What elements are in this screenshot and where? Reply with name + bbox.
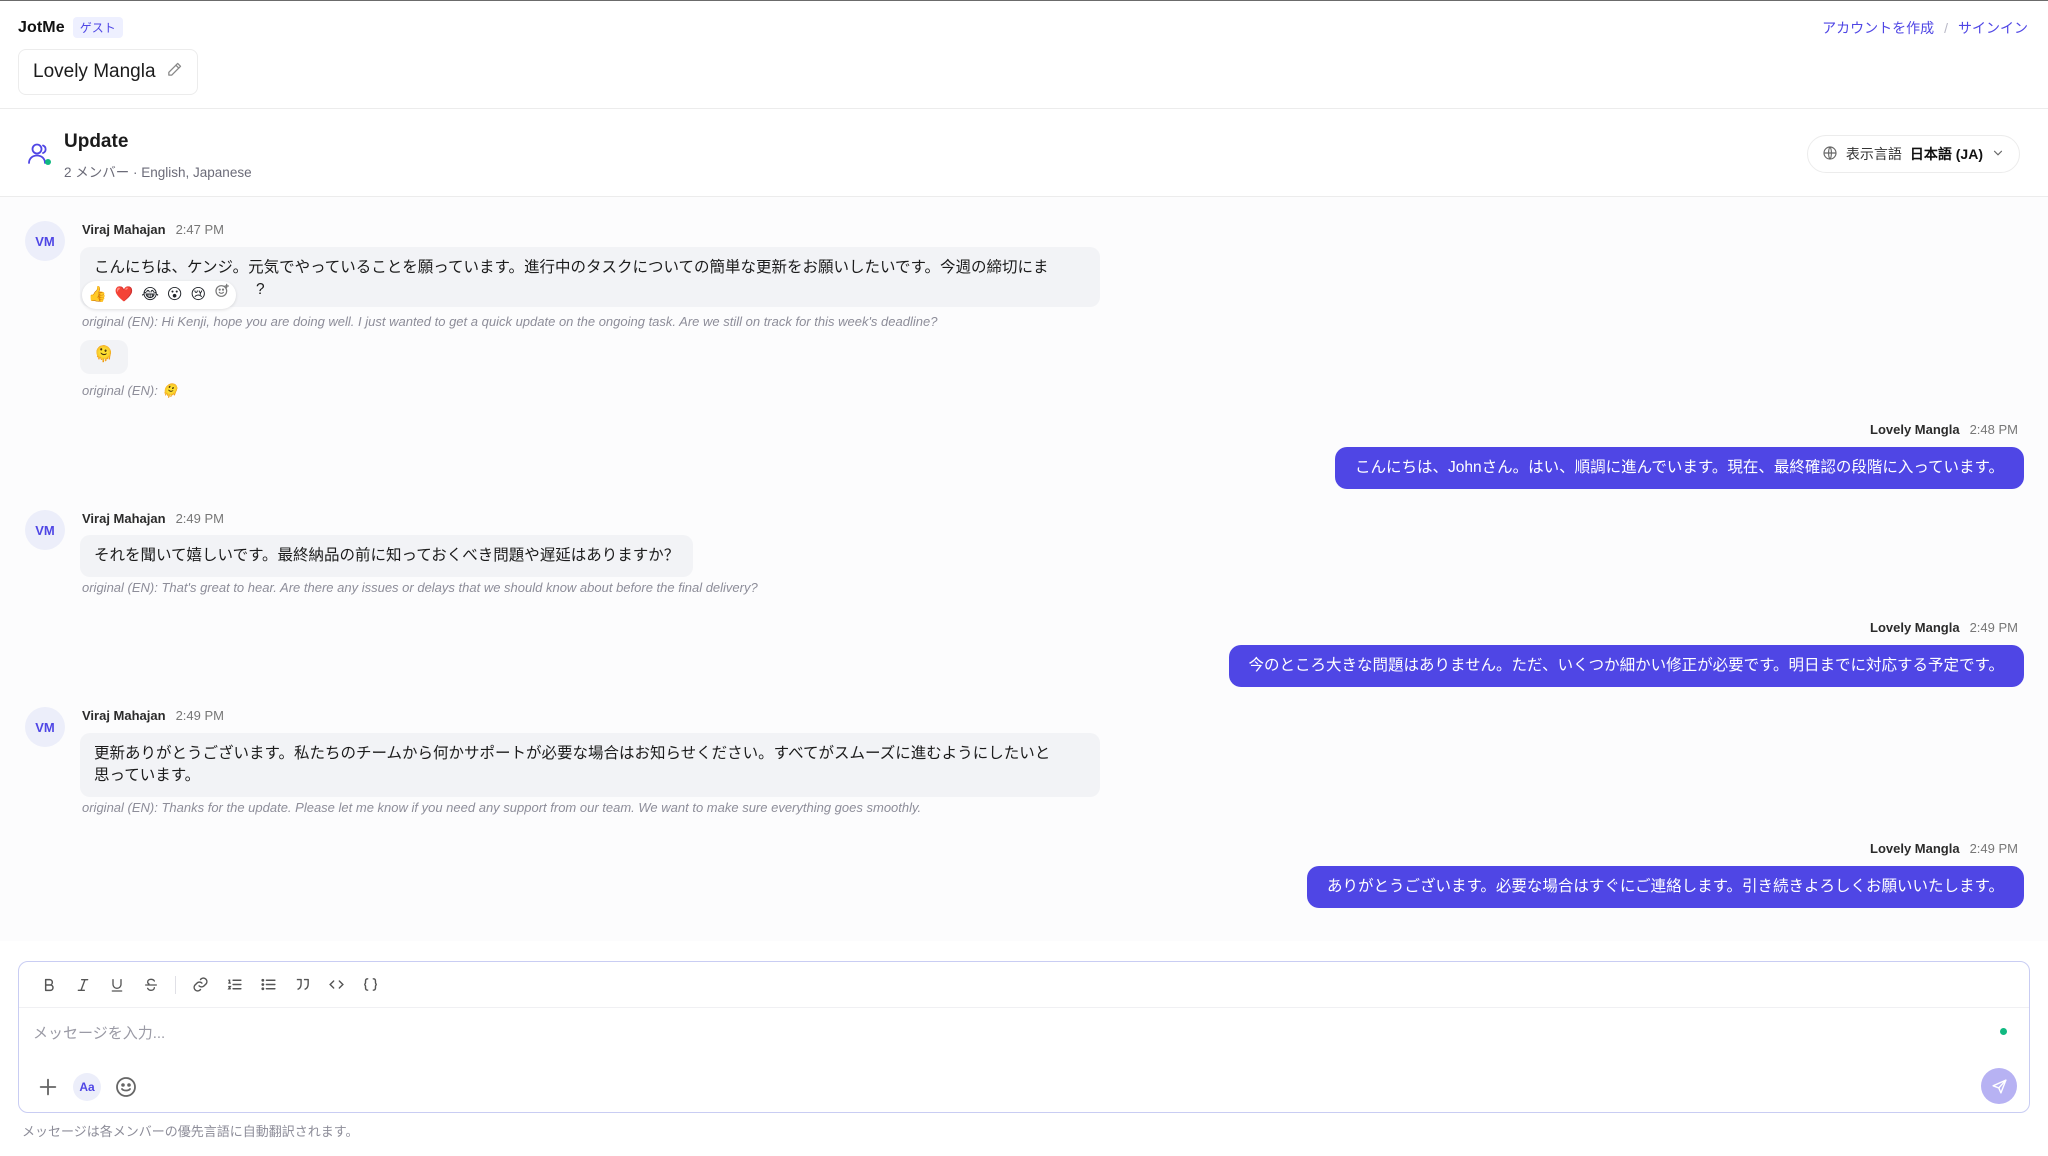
sender-name: Lovely Mangla [1870,841,1960,856]
auth-links: アカウントを作成 / サインイン [1822,18,2028,38]
message-meta: Lovely Mangla 2:48 PM [1870,422,2018,437]
chevron-down-icon [1991,146,2005,163]
display-language-value: 日本語 (JA) [1909,146,1983,162]
auth-separator: / [1944,20,1948,36]
message-bubble[interactable]: 更新ありがとうございます。私たちのチームから何かサポートが必要な場合はお知らせく… [80,733,1100,797]
ordered-list-icon[interactable] [220,971,248,999]
code-block-icon[interactable] [356,971,384,999]
message-meta: Viraj Mahajan 2:49 PM [82,511,224,526]
message-time: 2:49 PM [1969,620,2018,635]
reaction-heart[interactable]: ❤️ [115,281,134,309]
add-reaction-icon[interactable] [214,281,230,309]
channel-title: Update [64,131,129,152]
composer-actions: Aa [33,1072,141,1102]
italic-icon[interactable] [69,971,97,999]
message-time: 2:49 PM [175,511,224,526]
online-indicator [2000,1028,2007,1035]
message-time: 2:47 PM [175,222,224,237]
message-text: こんにちは、Johnさん。はい、順調に進んでいます。現在、最終確認の段階に入って… [1355,459,2004,476]
message-bubble-outgoing[interactable]: 今のところ大きな問題はありません。ただ、いくつか細かい修正が必要です。明日までに… [1228,645,2024,687]
message-bubble-outgoing[interactable]: こんにちは、Johnさん。はい、順調に進んでいます。現在、最終確認の段階に入って… [1335,447,2024,489]
message-time: 2:49 PM [1969,841,2018,856]
formatting-toolbar [19,962,2029,1008]
message-text-line-2: 思っています。 [94,767,201,784]
send-button[interactable] [1981,1068,2017,1104]
link-icon[interactable] [186,971,214,999]
reaction-laugh[interactable]: 😂 [141,281,159,309]
plus-icon[interactable] [33,1072,63,1102]
underline-icon[interactable] [103,971,131,999]
top-bar: JotMe ゲスト アカウントを作成 / サインイン Lovely Mangla [0,1,2048,109]
message-time: 2:48 PM [1969,422,2018,437]
toolbar-divider [175,975,176,994]
sender-name: Lovely Mangla [1870,422,1960,437]
message-list[interactable]: VM Viraj Mahajan 2:47 PM こんにちは、ケンジ。元気でやっ… [0,197,2048,941]
channel-subtitle: 2 メンバー · English, Japanese [64,165,252,180]
message-text-line-1: 更新ありがとうございます。私たちのチームから何かサポートが必要な場合はお知らせく… [94,745,1051,762]
avatar: VM [25,510,65,550]
session-title-text: Lovely Mangla [33,61,156,82]
sign-in-link[interactable]: サインイン [1958,18,2028,38]
bullet-list-icon[interactable] [254,971,282,999]
translation-footnote: メッセージは各メンバーの優先言語に自動翻訳されます。 [22,1124,359,1139]
message-text: ありがとうございます。必要な場合はすぐにご連絡します。引き続きよろしくお願いいた… [1326,878,2004,895]
reaction-thumbs-up[interactable]: 👍 [88,281,107,309]
text-format-button[interactable]: Aa [73,1073,101,1101]
original-text: original (EN): Thanks for the update. Pl… [82,800,922,815]
message-composer: Aa [18,961,2030,1113]
original-text: original (EN): 🫠 [82,383,178,398]
reaction-sad[interactable]: 😢 [191,281,207,309]
sender-name: Viraj Mahajan [82,511,166,526]
globe-icon [1822,145,1838,164]
create-account-link[interactable]: アカウントを作成 [1822,18,1934,38]
message-meta: Lovely Mangla 2:49 PM [1870,620,2018,635]
reaction-picker: 👍 ❤️ 😂 😮 😢 [82,281,237,309]
sender-name: Viraj Mahajan [82,708,166,723]
brand: JotMe ゲスト [18,17,123,38]
brand-name: JotMe [18,18,65,36]
message-bubble[interactable]: それを聞いて嬉しいです。最終納品の前に知っておくべき問題や遅延はありますか？ [80,535,694,577]
sender-name: Lovely Mangla [1870,620,1960,635]
reaction-surprised[interactable]: 😮 [167,281,183,309]
message-meta: Viraj Mahajan 2:49 PM [82,708,224,723]
pencil-icon[interactable] [166,61,183,83]
message-meta: Lovely Mangla 2:49 PM [1870,841,2018,856]
group-members-icon [26,141,54,167]
display-language-dropdown[interactable]: 表示言語 日本語 (JA) [1806,135,2020,173]
message-input[interactable] [33,1016,1993,1050]
strikethrough-icon[interactable] [137,971,165,999]
message-text: それを聞いて嬉しいです。最終納品の前に知っておくべき問題や遅延はありますか？ [94,547,680,564]
code-icon[interactable] [322,971,350,999]
message-text: こんにちは、ケンジ。元気でやっていることを願っています。進行中のタスクについての… [94,259,1049,276]
display-language-label: 表示言語 [1845,146,1902,162]
original-text: original (EN): Hi Kenji, hope you are do… [82,314,938,329]
message-text: 今のところ大きな問題はありません。ただ、いくつか細かい修正が必要です。明日までに… [1248,657,2004,674]
channel-header: Update 2 メンバー · English, Japanese 表示言語 日… [0,109,2048,197]
message-time: 2:49 PM [175,708,224,723]
message-meta: Viraj Mahajan 2:47 PM [82,222,224,237]
guest-badge: ゲスト [72,17,123,38]
session-title[interactable]: Lovely Mangla [18,49,198,95]
quote-icon[interactable] [288,971,316,999]
avatar: VM [25,707,65,747]
original-text: original (EN): That's great to hear. Are… [82,580,758,595]
message-bubble[interactable]: 🫠 [80,340,128,374]
emoji-icon[interactable] [111,1072,141,1102]
message-text: 🫠 [94,346,114,363]
message-bubble-outgoing[interactable]: ありがとうございます。必要な場合はすぐにご連絡します。引き続きよろしくお願いいた… [1306,866,2024,908]
sender-name: Viraj Mahajan [82,222,166,237]
avatar: VM [25,221,65,261]
bold-icon[interactable] [35,971,63,999]
